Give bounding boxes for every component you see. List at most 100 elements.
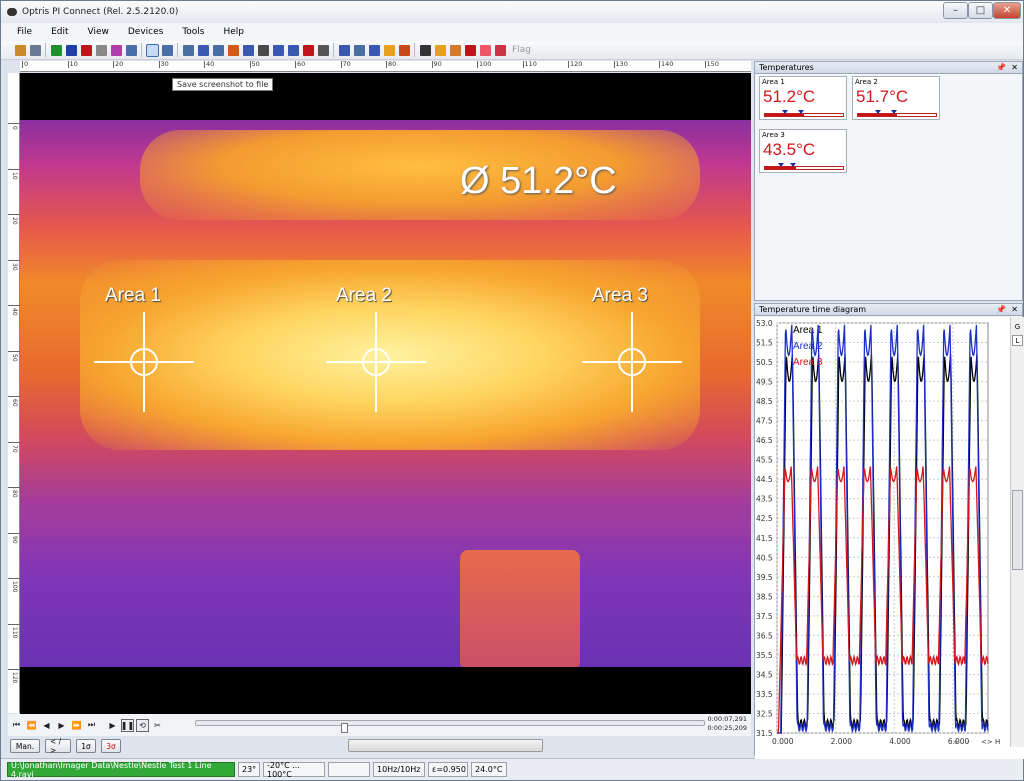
skip-start-icon[interactable]: ⏮ — [10, 719, 23, 732]
document-icon[interactable] — [183, 44, 194, 56]
image-icon[interactable] — [495, 44, 506, 56]
title-bar: Optris PI Connect (Rel. 2.5.2120.0) – □ … — [1, 1, 1023, 23]
tools-icon[interactable] — [399, 44, 410, 56]
diagram-control[interactable]: - — [967, 738, 970, 746]
area-3-crosshair[interactable] — [582, 312, 682, 412]
graph-icon[interactable] — [213, 44, 224, 56]
multi-line-icon[interactable] — [273, 44, 284, 56]
menu-help[interactable]: Help — [224, 27, 245, 37]
layout1-icon[interactable] — [354, 44, 365, 56]
playback-track[interactable] — [195, 720, 705, 733]
diagram-control[interactable]: H — [995, 738, 1000, 746]
temperature-card-area-2[interactable]: Area 2 51.7°C — [852, 76, 940, 120]
close-icon[interactable]: ✕ — [1011, 304, 1018, 316]
temperature-card-area-3[interactable]: Area 3 43.5°C — [759, 129, 847, 173]
time-diagram[interactable]: 53.0 51.5 50.5 49.5 48.5 47.5 46.5 45.5 44.5 43.5… — [755, 317, 1024, 759]
ruler-tick-label: 70 — [340, 60, 351, 68]
chip-icon[interactable] — [420, 44, 431, 56]
minimize-button[interactable]: – — [943, 2, 968, 19]
ruler-tick-label: 130 — [613, 60, 628, 68]
thermal-viewer[interactable]: Ø 51.2°C Area 1 Area 2 Area 3 — [20, 73, 751, 714]
profile-icon[interactable] — [243, 44, 254, 56]
internal-temp: 24.0°C — [471, 762, 507, 777]
grid-icon[interactable] — [288, 44, 299, 56]
minmax-button[interactable]: < / > — [45, 737, 71, 755]
y-tick-label: 35.5 — [756, 651, 773, 660]
ruler-tick-label: 110 — [522, 60, 537, 68]
menu-view[interactable]: View — [88, 27, 109, 37]
step-forward-icon[interactable]: ▶ — [55, 719, 68, 732]
skip-end-icon[interactable]: ⏭ — [85, 719, 98, 732]
fit-icon[interactable] — [339, 44, 350, 56]
y-tick-label: 50.5 — [756, 358, 773, 367]
layers-icon[interactable] — [228, 44, 239, 56]
diagram-scroll-thumb[interactable] — [1012, 490, 1023, 570]
playback-thumb[interactable] — [341, 723, 348, 733]
thermal-image: Ø 51.2°C Area 1 Area 2 Area 3 — [20, 120, 751, 667]
close-button[interactable]: ✕ — [993, 2, 1021, 19]
pause-icon[interactable]: ❚❚ — [121, 718, 134, 732]
play-icon[interactable] — [51, 44, 62, 56]
loop-icon[interactable]: ⟲ — [136, 718, 149, 732]
scale-slider[interactable] — [348, 739, 543, 752]
window-title: Optris PI Connect (Rel. 2.5.2120.0) — [22, 7, 179, 17]
pin-icon[interactable]: 📌 — [996, 62, 1006, 74]
line-icon[interactable] — [258, 44, 269, 56]
diagram-control[interactable]: + — [953, 738, 959, 746]
mosaic-icon[interactable] — [450, 44, 461, 56]
area-2-crosshair[interactable] — [326, 312, 426, 412]
screenshot-icon[interactable] — [146, 43, 159, 57]
close-icon[interactable]: ✕ — [1011, 62, 1018, 74]
bar-icon[interactable] — [303, 44, 314, 56]
palette-icon[interactable] — [384, 44, 395, 56]
ruler-tick-label: 120 — [568, 60, 583, 68]
save-icon[interactable] — [30, 44, 41, 56]
ruler-tick-label: 40 — [11, 308, 18, 316]
gradient-icon[interactable] — [435, 44, 446, 56]
y-tick-label: 37.5 — [756, 612, 773, 621]
global-scale-button[interactable]: G — [1012, 321, 1023, 332]
diagram-control[interactable]: <> — [981, 738, 993, 746]
ruler-tick — [8, 168, 20, 170]
area-icon[interactable] — [465, 44, 476, 56]
menu-devices[interactable]: Devices — [128, 27, 163, 37]
menu-tools[interactable]: Tools — [182, 27, 204, 37]
stop-icon[interactable] — [81, 44, 92, 56]
legend-entry: Area 2 — [793, 341, 823, 352]
fast-forward-icon[interactable]: ⏩ — [70, 719, 83, 732]
camera-icon[interactable] — [111, 44, 122, 56]
playback-bar: ⏮ ⏪ ◀ ▶ ⏩ ⏭ ▶ ❚❚ ⟲ ✂ 0:00:07,291 0:00:25… — [8, 714, 751, 736]
layout2-icon[interactable] — [369, 44, 380, 56]
histogram-icon[interactable] — [198, 44, 209, 56]
pause-icon[interactable] — [66, 44, 77, 56]
three-sigma-button[interactable]: 3σ — [101, 739, 121, 753]
diagram-vertical-scrollbar[interactable]: G L — [1010, 317, 1024, 747]
y-tick-label: 51.5 — [756, 339, 773, 348]
flag-button[interactable]: Flag — [512, 45, 531, 55]
area-1-crosshair[interactable] — [94, 312, 194, 412]
time-diagram-panel: Temperature time diagram 📌 ✕ 53.0 51.5 50.… — [754, 303, 1024, 759]
ruler-icon[interactable] — [318, 44, 329, 56]
rewind-icon[interactable]: ⏪ — [25, 719, 38, 732]
ruler-tick-label: 80 — [386, 60, 397, 68]
y-tick-label: 33.5 — [756, 690, 773, 699]
record-icon[interactable] — [96, 44, 107, 56]
copy-icon[interactable] — [126, 44, 137, 56]
screenshot-list-icon[interactable] — [162, 44, 173, 56]
local-scale-button[interactable]: L — [1012, 335, 1023, 346]
card-level-fill — [765, 167, 797, 169]
play-icon[interactable]: ▶ — [106, 719, 119, 732]
toolbar-separator — [414, 43, 415, 57]
flag-icon[interactable] — [480, 44, 491, 56]
menu-file[interactable]: File — [17, 27, 32, 37]
menu-edit[interactable]: Edit — [51, 27, 68, 37]
folder-open-icon[interactable] — [15, 44, 26, 56]
one-sigma-button[interactable]: 1σ — [76, 739, 96, 753]
pin-icon[interactable]: 📌 — [996, 304, 1006, 316]
ruler-tick-label: 90 — [11, 535, 18, 544]
temperature-card-area-1[interactable]: Area 1 51.2°C — [759, 76, 847, 120]
step-back-icon[interactable]: ◀ — [40, 719, 53, 732]
maximize-button[interactable]: □ — [968, 2, 993, 19]
manual-scale-button[interactable]: Man. — [10, 739, 40, 753]
cut-icon[interactable]: ✂ — [151, 719, 164, 732]
